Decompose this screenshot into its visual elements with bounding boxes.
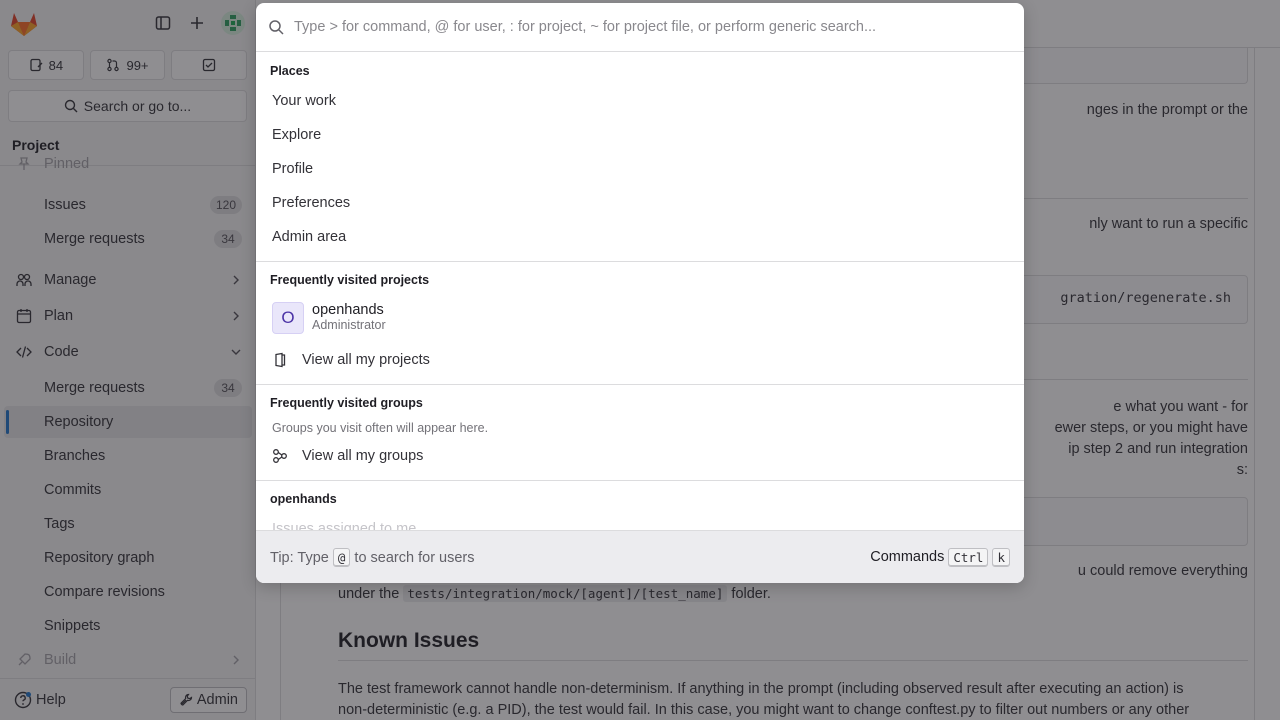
project-icon: [275, 352, 286, 368]
context-section-title: openhands: [270, 492, 337, 506]
view-all-projects-link[interactable]: View all my projects: [256, 343, 1024, 377]
at-key: @: [332, 547, 351, 567]
project-avatar: O: [272, 302, 304, 334]
projects-section-title: Frequently visited projects: [270, 273, 430, 287]
commands-label: Commands: [870, 549, 945, 565]
search-icon: [269, 20, 284, 35]
commands-shortcut[interactable]: Commands Ctrl k: [870, 547, 1010, 567]
place-item-profile[interactable]: Profile: [256, 152, 1024, 186]
search-results: Places Your work Explore Profile Prefere…: [256, 52, 1024, 530]
place-item-explore[interactable]: Explore: [256, 118, 1024, 152]
project-role: Administrator: [312, 318, 386, 332]
view-all-projects-label: View all my projects: [302, 352, 430, 368]
group-icon: [273, 449, 287, 463]
section-divider: [256, 384, 1024, 385]
groups-section-title: Frequently visited groups: [270, 396, 423, 410]
view-all-groups-link[interactable]: View all my groups: [256, 439, 1024, 473]
project-item-openhands[interactable]: O openhands Administrator: [256, 298, 1024, 338]
groups-hint: Groups you visit often will appear here.: [272, 421, 489, 435]
section-divider: [256, 261, 1024, 262]
footer-tip: Tip: Type @ to search for users: [270, 547, 475, 567]
modal-footer: Tip: Type @ to search for users Commands…: [256, 530, 1024, 583]
ctrl-key: Ctrl: [948, 547, 989, 567]
search-modal: Places Your work Explore Profile Prefere…: [256, 3, 1024, 583]
issues-assigned-to-me-item[interactable]: Issues assigned to me: [256, 512, 1024, 530]
place-item-your-work[interactable]: Your work: [256, 84, 1024, 118]
place-item-admin-area[interactable]: Admin area: [256, 220, 1024, 254]
project-name: openhands: [312, 302, 384, 318]
section-divider: [256, 480, 1024, 481]
tip-text: to search for users: [350, 549, 475, 566]
modal-search-bar: [256, 3, 1024, 52]
search-input[interactable]: [294, 19, 1024, 35]
tip-text: Tip: Type: [270, 549, 333, 566]
places-section-title: Places: [270, 64, 310, 78]
view-all-groups-label: View all my groups: [302, 448, 424, 464]
k-key: k: [992, 547, 1010, 567]
place-item-preferences[interactable]: Preferences: [256, 186, 1024, 220]
